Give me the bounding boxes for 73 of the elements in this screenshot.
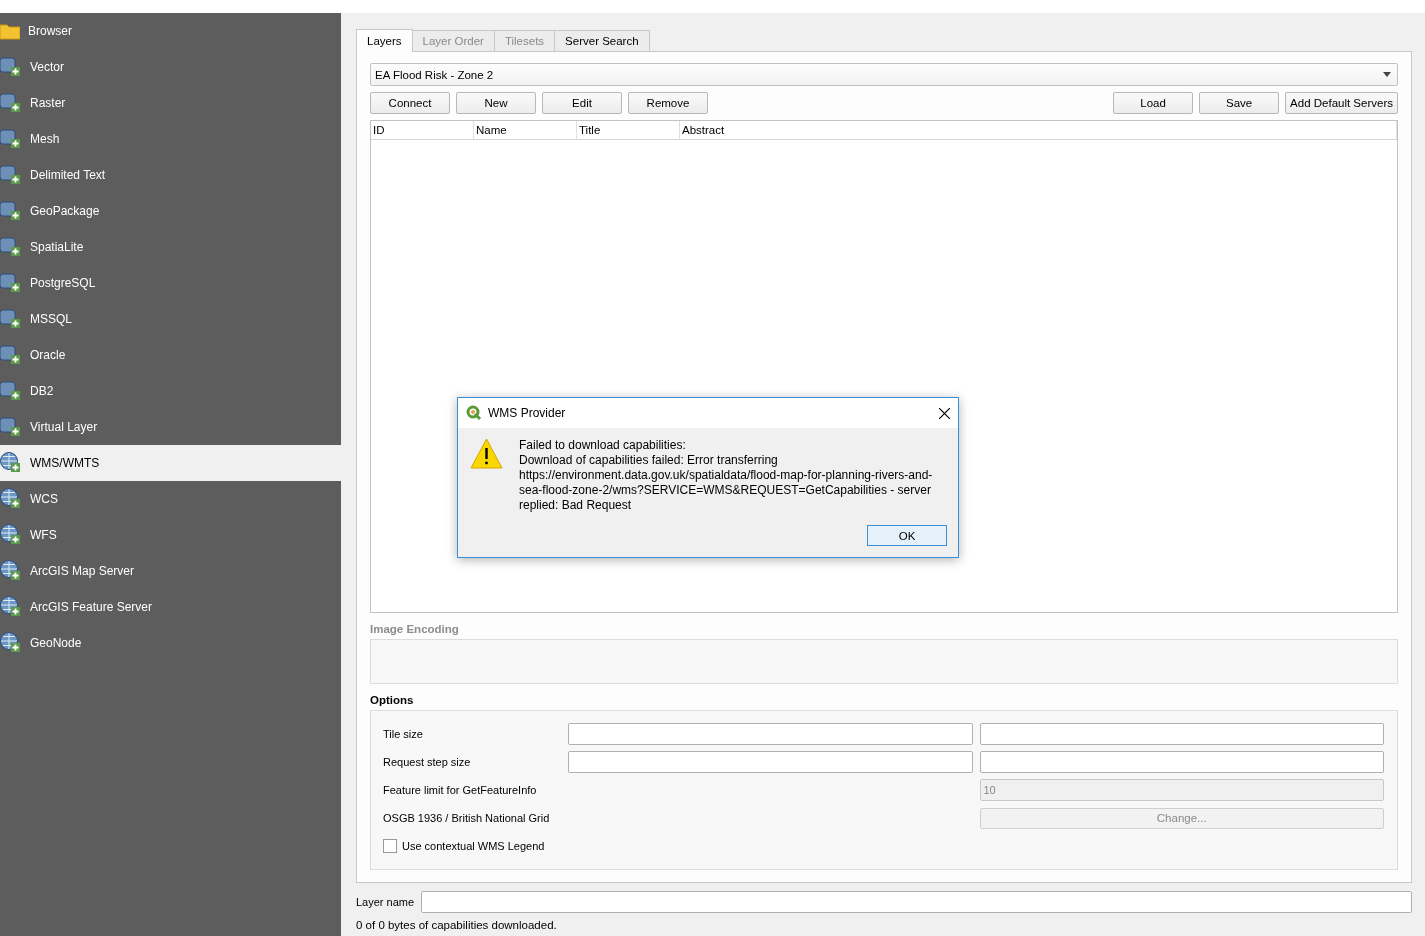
input-field[interactable]	[979, 751, 1384, 773]
database-add-icon	[0, 344, 22, 366]
column-header[interactable]: Abstract	[680, 121, 1397, 140]
status-text: 0 of 0 bytes of capabilities downloaded.	[356, 919, 558, 931]
database-add-icon	[0, 416, 22, 438]
source-item[interactable]: Virtual Layer	[0, 409, 341, 445]
globe-add-icon	[0, 632, 22, 654]
globe-add-icon	[0, 452, 22, 474]
server-button[interactable]: Save	[1199, 92, 1280, 115]
source-item[interactable]: WMS/WMTS	[0, 445, 341, 481]
source-item[interactable]: WFS	[0, 517, 341, 553]
database-add-icon	[0, 92, 22, 114]
source-item[interactable]: ArcGIS Feature Server	[0, 589, 341, 625]
option-label: Feature limit for GetFeatureInfo	[383, 783, 538, 798]
source-item[interactable]: Oracle	[0, 337, 341, 373]
source-item[interactable]: ArcGIS Map Server	[0, 553, 341, 589]
column-header[interactable]: Name	[474, 121, 577, 140]
database-add-icon	[0, 272, 22, 294]
tab[interactable]: Layers	[356, 29, 413, 52]
dropdown-arrow-icon	[1383, 72, 1391, 78]
database-add-icon	[0, 164, 22, 186]
database-add-icon	[0, 380, 22, 402]
source-item[interactable]: MSSQL	[0, 301, 341, 337]
folder-icon	[0, 21, 20, 41]
connection-dropdown[interactable]: EA Flood Risk - Zone 2	[370, 63, 1398, 87]
close-icon[interactable]	[939, 407, 950, 419]
connection-button[interactable]: Remove	[628, 92, 708, 115]
warning-icon	[470, 438, 503, 469]
column-header[interactable]: Title	[577, 121, 680, 140]
database-add-icon	[0, 56, 22, 78]
error-message: Download of capabilities failed: Error transferring https://environment.data.gov.uk/spatialdata/flood-map-for-planning-rivers-and-sea-flood-zone-2/wms?SERVICE=WMS&REQUEST=GetCapabilities - server replied: Bad Request	[519, 453, 934, 513]
source-item[interactable]: GeoNode	[0, 625, 341, 661]
source-item[interactable]: Vector	[0, 49, 341, 85]
tab[interactable]: Server Search	[554, 30, 650, 51]
source-item[interactable]: SpatiaLite	[0, 229, 341, 265]
layer-name-label: Layer name	[356, 895, 415, 910]
option-label: Request step size	[383, 755, 472, 770]
globe-add-icon	[0, 560, 22, 582]
database-add-icon	[0, 128, 22, 150]
source-item[interactable]: Mesh	[0, 121, 341, 157]
input-field[interactable]	[568, 723, 973, 745]
input-field[interactable]	[979, 723, 1384, 745]
ok-button[interactable]: OK	[867, 525, 947, 546]
crs-label: OSGB 1936 / British National Grid	[383, 811, 551, 826]
section-title: Options	[370, 694, 415, 706]
globe-add-icon	[0, 524, 22, 546]
connection-button[interactable]: Edit	[542, 92, 622, 115]
database-add-icon	[0, 308, 22, 330]
database-add-icon	[0, 200, 22, 222]
database-add-icon	[0, 236, 22, 258]
connection-button[interactable]: New	[456, 92, 536, 115]
globe-add-icon	[0, 596, 22, 618]
column-header[interactable]: ID	[371, 121, 474, 140]
source-item[interactable]: DB2	[0, 373, 341, 409]
message-heading: Failed to download capabilities:	[519, 438, 687, 453]
source-item[interactable]: PostgreSQL	[0, 265, 341, 301]
source-item[interactable]: WCS	[0, 481, 341, 517]
checkbox-label: Use contextual WMS Legend	[402, 839, 545, 854]
source-item[interactable]: Raster	[0, 85, 341, 121]
connection-button[interactable]: Connect	[370, 92, 450, 115]
server-button[interactable]: Add Default Servers	[1285, 92, 1398, 115]
globe-add-icon	[0, 488, 22, 510]
source-item[interactable]: Browser	[0, 13, 341, 49]
option-label: Tile size	[383, 727, 424, 742]
app-logo-icon	[466, 405, 482, 421]
input-field[interactable]	[568, 751, 973, 773]
server-button[interactable]: Load	[1113, 92, 1194, 115]
section-title: Image Encoding	[370, 623, 460, 636]
source-item[interactable]: Delimited Text	[0, 157, 341, 193]
source-item[interactable]: GeoPackage	[0, 193, 341, 229]
dialog-title: WMS Provider	[488, 406, 566, 420]
layer-name-field[interactable]	[421, 891, 1412, 913]
checkbox[interactable]	[383, 839, 397, 853]
